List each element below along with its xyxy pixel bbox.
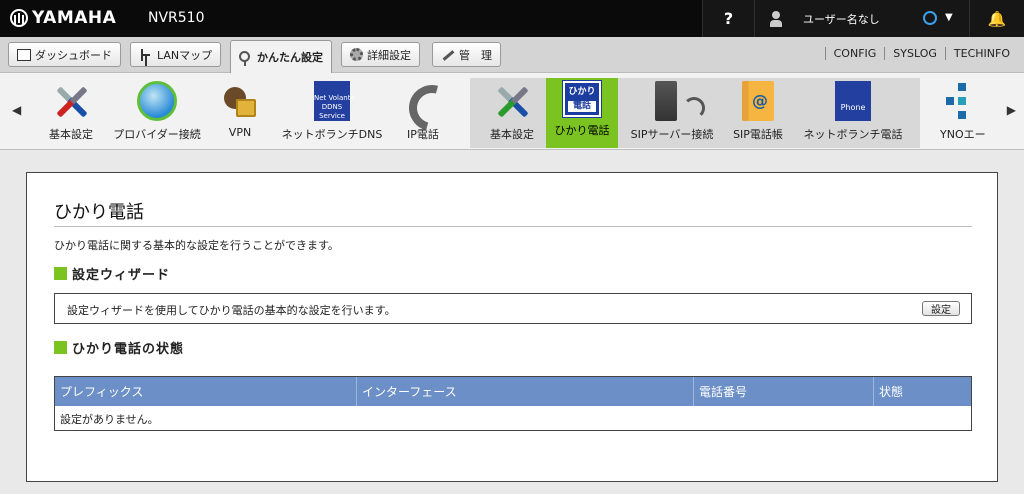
bell-icon: 🔔 [987,9,1007,28]
sub-item-basic-settings[interactable]: 基本設定 [484,78,540,148]
tab-dashboard[interactable]: ダッシュボード [8,42,121,67]
phonebook-icon [742,81,774,121]
ribbon-item-label: SIPサーバー接続 [630,128,714,141]
yamaha-logo: YAMAHA [10,8,116,28]
user-name: ユーザー名なし [803,12,880,26]
ddns-service-icon: Net Volante DDNS Service [314,81,355,121]
tab-label: ダッシュボード [35,48,112,62]
section-heading-text: 設定ウィザード [72,268,171,283]
hikari-icon-text: ひかり [568,87,596,97]
ribbon-item-label: プロバイダー接続 [113,128,201,141]
table-header: プレフィックス インターフェース 電話番号 状態 [55,377,971,406]
scroll-right-icon[interactable]: ▶ [1007,103,1016,117]
ribbon-item-label: ネットボランチ電話 [803,128,903,141]
section-marker-icon [54,267,67,280]
ribbon-item-label: YNOエー [940,128,986,141]
dashboard-icon [17,48,31,61]
ribbon-item-label: ネットボランチDNS [281,128,383,141]
status-circle-icon [923,11,937,25]
gear-icon [350,48,363,61]
yamaha-tuning-fork-icon [10,9,28,27]
chevron-down-icon: ▼ [945,12,953,23]
brand-name: YAMAHA [32,8,117,28]
help-icon: ? [723,9,734,28]
user-menu[interactable]: ユーザー名なし ▼ [754,0,969,37]
ribbon-item-label: 基本設定 [490,128,534,141]
utility-links: CONFIG SYSLOG TECHINFO [824,47,1010,60]
table-empty-message: 設定がありません。 [60,413,159,426]
syslog-link[interactable]: SYSLOG [884,47,945,60]
status-table: プレフィックス インターフェース 電話番号 状態 設定がありません。 [54,376,972,431]
main-nav: ダッシュボード LANマップ かんたん設定 詳細設定 管 理 CONFIG SY… [0,37,1024,73]
tab-label: LANマップ [157,48,213,62]
tab-advanced-settings[interactable]: 詳細設定 [341,42,420,67]
ribbon-item-basic-settings[interactable]: 基本設定 [46,78,96,148]
notification-button[interactable]: 🔔 [969,0,1024,37]
column-header-prefix: プレフィックス [55,377,357,406]
ribbon-item-vpn[interactable]: VPN [220,78,260,148]
sub-item-yno[interactable]: YNOエー [940,78,988,148]
status-section-heading: ひかり電話の状態 [54,338,184,357]
phone-icon-text: Phone [840,103,866,112]
yno-network-icon [940,81,980,121]
tab-management[interactable]: 管 理 [432,42,501,67]
section-marker-icon [54,341,67,354]
device-model: NVR510 [148,10,205,26]
section-heading-text: ひかり電話の状態 [72,342,185,357]
techinfo-link[interactable]: TECHINFO [944,47,1010,60]
hikari-phone-icon: ひかり 電話 [563,81,601,117]
tab-lan-map[interactable]: LANマップ [130,42,222,67]
hikari-icon-text: 電話 [568,101,596,112]
sub-item-netvolante-phone[interactable]: Phone ネットボランチ電話 [801,78,905,148]
tab-label: かんたん設定 [257,51,323,64]
phone-handset-icon [403,81,443,121]
sub-item-sip-server[interactable]: SIPサーバー接続 [628,78,716,148]
wizard-settings-button[interactable]: 設定 [922,301,960,316]
page-title: ひかり電話 [54,202,144,223]
ribbon-item-ip-phone[interactable]: IP電話 [401,78,445,148]
wizard-box: 設定ウィザードを使用してひかり電話の基本的な設定を行います。 設定 [54,293,972,324]
ribbon-item-label: 基本設定 [49,128,93,141]
ddns-icon-text: Net Volante [314,94,355,102]
column-header-phone-number: 電話番号 [694,377,874,406]
ribbon-item-provider[interactable]: プロバイダー接続 [112,78,202,148]
tab-label: 詳細設定 [367,48,411,62]
column-header-interface: インターフェース [357,377,694,406]
key-icon [239,51,253,66]
tab-label: 管 理 [459,48,492,62]
sub-item-sip-phonebook[interactable]: SIP電話帳 [730,78,786,148]
netvolante-phone-icon: Phone [835,81,871,121]
ribbon-item-netvolante-dns[interactable]: Net Volante DDNS Service ネットボランチDNS [280,78,384,148]
ribbon-item-label: SIP電話帳 [733,128,783,141]
wizard-section-heading: 設定ウィザード [54,264,170,283]
user-icon [769,10,783,27]
ddns-icon-text: Service [319,112,345,120]
sip-server-icon [655,81,705,121]
function-ribbon: ◀ 基本設定 プロバイダー接続 VPN Net Volante DDNS Ser… [0,73,1024,150]
sub-item-hikari-phone[interactable]: ひかり 電話 ひかり電話 [546,78,618,148]
content-panel: ひかり電話 ひかり電話に関する基本的な設定を行うことができます。 設定ウィザード… [26,172,998,482]
vpn-lock-icon [220,81,260,121]
tools-icon [51,81,91,121]
page-description: ひかり電話に関する基本的な設定を行うことができます。 [54,239,339,252]
title-divider [54,226,972,227]
config-link[interactable]: CONFIG [824,47,885,60]
lan-map-icon [139,48,153,61]
ddns-icon-text: DDNS [321,103,343,111]
ribbon-item-label: VPN [228,126,252,139]
wizard-text: 設定ウィザードを使用してひかり電話の基本的な設定を行います。 [67,304,396,317]
column-header-status: 状態 [879,385,904,399]
scroll-left-icon[interactable]: ◀ [12,103,21,117]
tools-icon [492,81,532,121]
ribbon-item-label: ひかり電話 [554,124,610,137]
tab-easy-setup[interactable]: かんたん設定 [230,40,332,73]
help-button[interactable]: ? [702,0,754,37]
wrench-icon [441,49,455,61]
globe-icon [137,81,177,121]
top-header: YAMAHA NVR510 ? ユーザー名なし ▼ 🔔 [0,0,1024,37]
